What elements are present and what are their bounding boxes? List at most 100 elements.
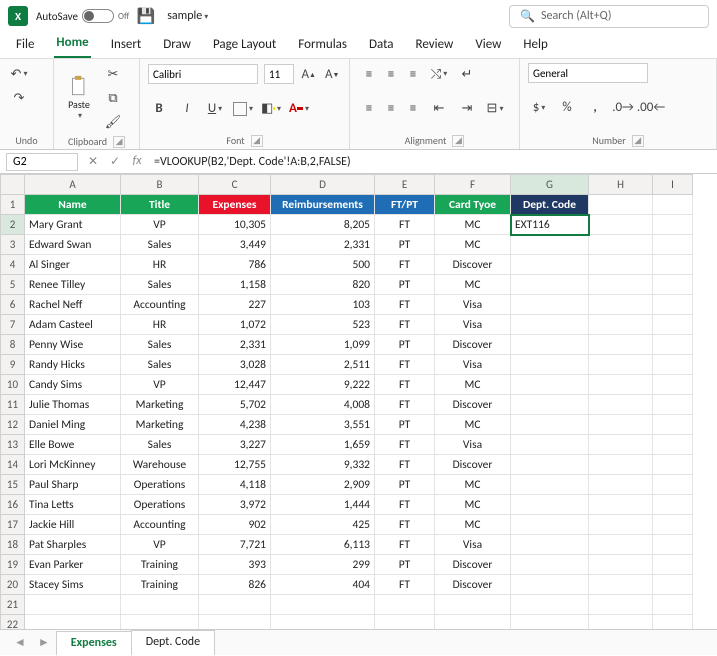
cell-G22[interactable]	[511, 615, 589, 630]
tab-home[interactable]: Home	[54, 31, 90, 58]
cell-C3[interactable]: 3,449	[199, 235, 271, 255]
cell-D4[interactable]: 500	[271, 255, 375, 275]
tab-review[interactable]: Review	[414, 33, 456, 58]
cell-B19[interactable]: Training	[121, 555, 199, 575]
cell-E19[interactable]: PT	[375, 555, 435, 575]
name-box[interactable]	[6, 153, 78, 171]
cell-H4[interactable]	[589, 255, 653, 275]
cell-E21[interactable]	[375, 595, 435, 615]
cell-H16[interactable]	[589, 495, 653, 515]
formula-input[interactable]: =VLOOKUP(B2,'Dept. Code'!A:B,2,FALSE)	[146, 155, 717, 169]
cell-F7[interactable]: Visa	[435, 315, 511, 335]
cell-B18[interactable]: VP	[121, 535, 199, 555]
cell-G19[interactable]	[511, 555, 589, 575]
row-header-16[interactable]: 16	[1, 495, 25, 515]
cell-C17[interactable]: 902	[199, 515, 271, 535]
cell-D12[interactable]: 3,551	[271, 415, 375, 435]
cell-I16[interactable]	[653, 495, 693, 515]
header-cell-I[interactable]	[653, 195, 693, 215]
cell-D16[interactable]: 1,444	[271, 495, 375, 515]
header-cell-E[interactable]: FT/PT	[375, 195, 435, 215]
cell-I12[interactable]	[653, 415, 693, 435]
cell-I15[interactable]	[653, 475, 693, 495]
cell-C10[interactable]: 12,447	[199, 375, 271, 395]
tab-view[interactable]: View	[473, 33, 503, 58]
cell-A5[interactable]: Renee Tilley	[25, 275, 121, 295]
spreadsheet-grid[interactable]: ABCDEFGHI 1NameTitleExpensesReimbursemen…	[0, 174, 717, 629]
cell-F16[interactable]: MC	[435, 495, 511, 515]
cell-D9[interactable]: 2,511	[271, 355, 375, 375]
cell-F3[interactable]: MC	[435, 235, 511, 255]
cell-A17[interactable]: Jackie Hill	[25, 515, 121, 535]
cell-A16[interactable]: Tina Letts	[25, 495, 121, 515]
cell-B4[interactable]: HR	[121, 255, 199, 275]
formula-cancel-icon[interactable]: ✕	[84, 154, 102, 169]
cell-G13[interactable]	[511, 435, 589, 455]
tab-page-layout[interactable]: Page Layout	[211, 33, 278, 58]
tab-draw[interactable]: Draw	[161, 33, 193, 58]
cell-D18[interactable]: 6,113	[271, 535, 375, 555]
cell-I2[interactable]	[653, 215, 693, 235]
cell-G10[interactable]	[511, 375, 589, 395]
row-header-1[interactable]: 1	[1, 195, 25, 215]
row-header-18[interactable]: 18	[1, 535, 25, 555]
toggle-off-icon[interactable]	[82, 9, 114, 23]
cell-D8[interactable]: 1,099	[271, 335, 375, 355]
cell-E13[interactable]: FT	[375, 435, 435, 455]
cell-G7[interactable]	[511, 315, 589, 335]
cell-F14[interactable]: Discover	[435, 455, 511, 475]
cell-C12[interactable]: 4,238	[199, 415, 271, 435]
cell-C14[interactable]: 12,755	[199, 455, 271, 475]
cell-E14[interactable]: FT	[375, 455, 435, 475]
copy-button[interactable]: ⧉	[102, 87, 124, 109]
cell-B11[interactable]: Marketing	[121, 395, 199, 415]
cell-H20[interactable]	[589, 575, 653, 595]
cell-C21[interactable]	[199, 595, 271, 615]
decrease-decimal-button[interactable]: .00←	[640, 97, 662, 119]
cell-B10[interactable]: VP	[121, 375, 199, 395]
cell-H11[interactable]	[589, 395, 653, 415]
row-header-6[interactable]: 6	[1, 295, 25, 315]
cell-D2[interactable]: 8,205	[271, 215, 375, 235]
cell-H21[interactable]	[589, 595, 653, 615]
cell-G6[interactable]	[511, 295, 589, 315]
cell-F11[interactable]: Discover	[435, 395, 511, 415]
col-header-A[interactable]: A	[25, 175, 121, 195]
cell-C7[interactable]: 1,072	[199, 315, 271, 335]
cell-D17[interactable]: 425	[271, 515, 375, 535]
cell-E8[interactable]: PT	[375, 335, 435, 355]
document-name-dropdown[interactable]: sample	[163, 7, 212, 25]
percent-format-button[interactable]: %	[556, 97, 578, 119]
cell-A8[interactable]: Penny Wise	[25, 335, 121, 355]
decrease-font-button[interactable]: A▼	[324, 63, 342, 85]
cell-F15[interactable]: MC	[435, 475, 511, 495]
row-header-7[interactable]: 7	[1, 315, 25, 335]
number-dialog-launcher[interactable]: ◢	[632, 135, 644, 147]
cut-button[interactable]: ✂	[102, 63, 124, 85]
cell-A9[interactable]: Randy Hicks	[25, 355, 121, 375]
cell-C18[interactable]: 7,721	[199, 535, 271, 555]
cell-F12[interactable]: MC	[435, 415, 511, 435]
cell-E9[interactable]: FT	[375, 355, 435, 375]
font-size-select[interactable]	[264, 64, 294, 84]
autosave-toggle[interactable]: AutoSave Off	[36, 9, 129, 23]
save-icon[interactable]: 💾	[137, 7, 155, 25]
cell-D5[interactable]: 820	[271, 275, 375, 295]
cell-H19[interactable]	[589, 555, 653, 575]
cell-F9[interactable]: Visa	[435, 355, 511, 375]
clipboard-dialog-launcher[interactable]: ◢	[113, 136, 125, 148]
cell-G8[interactable]	[511, 335, 589, 355]
cell-C22[interactable]	[199, 615, 271, 630]
comma-format-button[interactable]: ,	[584, 97, 606, 119]
cell-B15[interactable]: Operations	[121, 475, 199, 495]
row-header-9[interactable]: 9	[1, 355, 25, 375]
cell-B7[interactable]: HR	[121, 315, 199, 335]
cell-I9[interactable]	[653, 355, 693, 375]
align-middle-button[interactable]: ≡	[380, 63, 402, 85]
cell-G15[interactable]	[511, 475, 589, 495]
row-header-20[interactable]: 20	[1, 575, 25, 595]
col-header-I[interactable]: I	[653, 175, 693, 195]
increase-font-button[interactable]: A▲	[300, 63, 318, 85]
align-bottom-button[interactable]: ≡	[402, 63, 424, 85]
cell-C8[interactable]: 2,331	[199, 335, 271, 355]
